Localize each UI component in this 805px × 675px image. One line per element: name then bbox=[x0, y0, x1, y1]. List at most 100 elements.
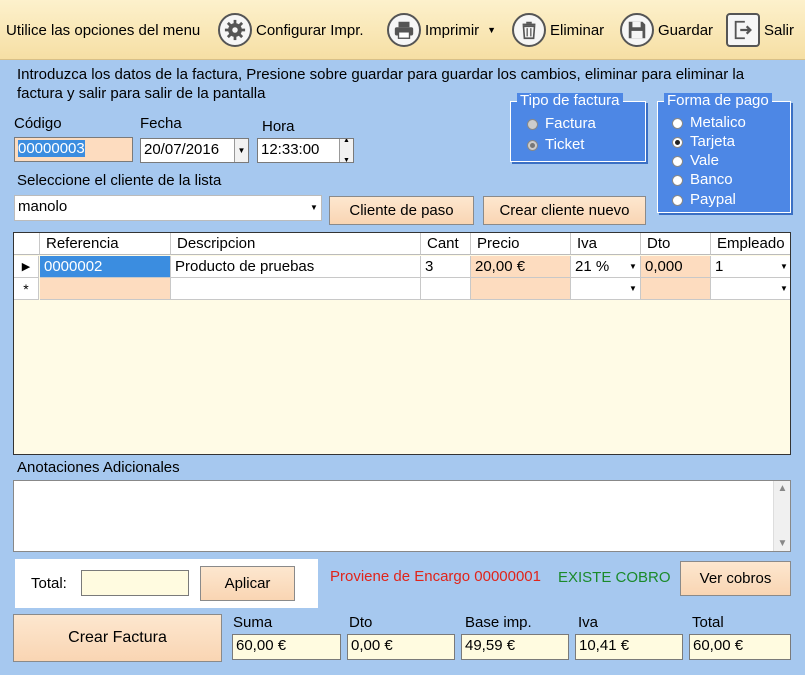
trash-icon bbox=[512, 13, 546, 47]
scroll-down-icon[interactable]: ▼ bbox=[774, 538, 791, 549]
cell-empleado[interactable]: 1 ▼ bbox=[711, 256, 790, 278]
radio-ticket-icon bbox=[527, 139, 538, 151]
col-header-empleado[interactable]: Empleado bbox=[711, 233, 790, 255]
cell-descripcion[interactable]: Producto de pruebas bbox=[171, 256, 421, 278]
eliminar-button[interactable]: Eliminar bbox=[512, 12, 604, 48]
row-new-marker[interactable]: * bbox=[14, 278, 39, 300]
cell-referencia[interactable]: 0000002 bbox=[40, 256, 171, 278]
radio-vale-icon bbox=[672, 155, 683, 167]
cliente-select[interactable]: manolo ▼ bbox=[14, 195, 322, 221]
radio-paypal-icon bbox=[672, 194, 683, 206]
cell-cant[interactable]: 3 bbox=[421, 256, 471, 278]
imprimir-label: Imprimir bbox=[425, 21, 480, 39]
banco-label: Banco bbox=[690, 171, 733, 188]
salir-button[interactable]: Salir bbox=[726, 12, 794, 48]
col-header-iva[interactable]: Iva bbox=[571, 233, 641, 255]
tipo-factura-option-factura[interactable]: Factura bbox=[527, 115, 596, 133]
new-cell-dto[interactable] bbox=[641, 278, 711, 300]
total-final-label: Total bbox=[692, 614, 724, 631]
new-cell-referencia[interactable] bbox=[40, 278, 171, 300]
col-header-descripcion[interactable]: Descripcion bbox=[171, 233, 421, 255]
suma-field: 60,00 € bbox=[232, 634, 341, 660]
invoice-lines-grid[interactable]: Referencia Descripcion Cant Precio Iva D… bbox=[13, 232, 791, 455]
configurar-impresora-button[interactable]: Configurar Impr. bbox=[218, 12, 364, 48]
ver-cobros-button[interactable]: Ver cobros bbox=[680, 561, 791, 596]
codigo-field[interactable]: 00000003 bbox=[14, 137, 133, 162]
new-cell-descripcion[interactable] bbox=[171, 278, 421, 300]
ticket-option-label: Ticket bbox=[545, 136, 585, 153]
new-iva-dropdown-icon[interactable]: ▼ bbox=[626, 278, 640, 299]
hora-value: 12:33:00 bbox=[261, 141, 320, 158]
new-empleado-dropdown-icon[interactable]: ▼ bbox=[777, 278, 790, 299]
forma-pago-option-tarjeta[interactable]: Tarjeta bbox=[672, 133, 735, 151]
col-header-precio[interactable]: Precio bbox=[471, 233, 571, 255]
total-input[interactable] bbox=[81, 570, 189, 596]
fecha-picker[interactable]: 20/07/2016 ▼ bbox=[140, 138, 249, 163]
imprimir-button[interactable]: Imprimir ▼ bbox=[387, 12, 496, 48]
save-icon bbox=[620, 13, 654, 47]
col-header-cant[interactable]: Cant bbox=[421, 233, 471, 255]
total-label: Total: bbox=[31, 575, 67, 592]
row-current-marker[interactable]: ▶ bbox=[14, 256, 39, 278]
paypal-label: Paypal bbox=[690, 191, 736, 208]
base-imp-label: Base imp. bbox=[465, 614, 532, 631]
col-header-referencia[interactable]: Referencia bbox=[40, 233, 171, 255]
aplicar-button[interactable]: Aplicar bbox=[200, 566, 295, 601]
forma-pago-group: Forma de pago Metalico Tarjeta Vale Banc… bbox=[657, 93, 791, 213]
fecha-label: Fecha bbox=[140, 115, 182, 132]
radio-tarjeta-icon bbox=[672, 136, 683, 148]
cell-empleado-value: 1 bbox=[715, 258, 724, 275]
forma-pago-title: Forma de pago bbox=[664, 93, 772, 109]
anotaciones-scrollbar[interactable]: ▲ ▼ bbox=[773, 481, 790, 551]
cliente-label: Seleccione el cliente de la lista bbox=[17, 172, 222, 189]
cell-iva[interactable]: 21 % ▼ bbox=[571, 256, 641, 278]
suma-label: Suma bbox=[233, 614, 273, 631]
fecha-dropdown-icon[interactable]: ▼ bbox=[234, 139, 248, 162]
forma-pago-option-banco[interactable]: Banco bbox=[672, 171, 733, 189]
hora-label: Hora bbox=[262, 118, 295, 135]
cliente-dropdown-icon[interactable]: ▼ bbox=[307, 196, 321, 220]
exit-icon bbox=[726, 13, 760, 47]
forma-pago-option-vale[interactable]: Vale bbox=[672, 152, 719, 170]
hora-spinner-icon[interactable]: ▲ ▼ bbox=[339, 139, 353, 162]
empleado-dropdown-icon[interactable]: ▼ bbox=[777, 256, 790, 277]
hora-field[interactable]: 12:33:00 ▲ ▼ bbox=[257, 138, 354, 163]
salir-label: Salir bbox=[764, 21, 795, 39]
crear-factura-button[interactable]: Crear Factura bbox=[13, 614, 222, 662]
base-imp-field: 49,59 € bbox=[461, 634, 569, 660]
total-panel: Total: Aplicar bbox=[15, 559, 318, 608]
new-cell-precio[interactable] bbox=[471, 278, 571, 300]
metalico-label: Metalico bbox=[690, 114, 746, 131]
cell-dto[interactable]: 0,000 bbox=[641, 256, 711, 278]
iva-dropdown-icon[interactable]: ▼ bbox=[626, 256, 640, 277]
toolbar-prompt: Utilice las opciones del menu bbox=[6, 12, 200, 48]
fecha-value: 20/07/2016 bbox=[144, 141, 220, 158]
iva-total-field: 10,41 € bbox=[575, 634, 683, 660]
scroll-up-icon[interactable]: ▲ bbox=[774, 483, 791, 494]
new-cell-iva[interactable]: ▼ bbox=[571, 278, 641, 300]
guardar-button[interactable]: Guardar bbox=[620, 12, 713, 48]
new-cell-empleado[interactable]: ▼ bbox=[711, 278, 790, 300]
cell-precio[interactable]: 20,00 € bbox=[471, 256, 571, 278]
tipo-factura-option-ticket[interactable]: Ticket bbox=[527, 136, 584, 154]
anotaciones-textarea[interactable]: ▲ ▼ bbox=[13, 480, 791, 552]
dto-total-label: Dto bbox=[349, 614, 373, 631]
imprimir-dropdown-icon[interactable]: ▼ bbox=[487, 25, 496, 35]
new-cell-cant[interactable] bbox=[421, 278, 471, 300]
codigo-label: Código bbox=[14, 115, 62, 132]
grid-corner bbox=[14, 233, 40, 255]
tipo-factura-group: Tipo de factura Factura Ticket bbox=[510, 93, 646, 162]
dto-total-field: 0,00 € bbox=[347, 634, 455, 660]
cobro-status: EXISTE COBRO bbox=[558, 569, 671, 586]
toolbar-prompt-label: Utilice las opciones del menu bbox=[6, 21, 201, 39]
col-header-dto[interactable]: Dto bbox=[641, 233, 711, 255]
crear-cliente-nuevo-button[interactable]: Crear cliente nuevo bbox=[483, 196, 646, 225]
configurar-label: Configurar Impr. bbox=[256, 21, 364, 39]
forma-pago-option-metalico[interactable]: Metalico bbox=[672, 114, 746, 132]
tipo-factura-title: Tipo de factura bbox=[517, 93, 623, 109]
cliente-de-paso-button[interactable]: Cliente de paso bbox=[329, 196, 474, 225]
forma-pago-option-paypal[interactable]: Paypal bbox=[672, 191, 736, 209]
encargo-text: Proviene de Encargo 00000001 bbox=[330, 568, 541, 585]
toolbar: Utilice las opciones del menu Configurar… bbox=[0, 0, 805, 60]
gear-icon bbox=[218, 13, 252, 47]
